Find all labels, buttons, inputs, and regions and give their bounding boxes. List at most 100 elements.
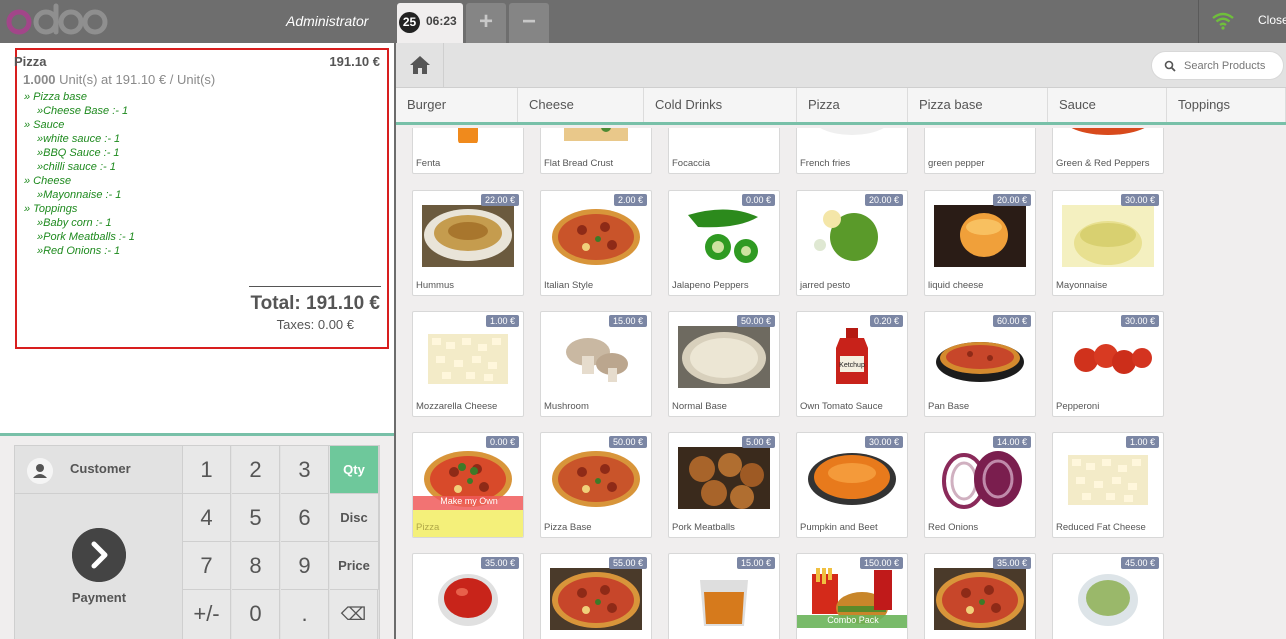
product-image [678,568,770,630]
product-card[interactable]: 30.00 € Mayonnaise [1052,190,1164,296]
key-3[interactable]: 3 [281,446,329,494]
orderline-qty-text: Unit(s) at 191.10 € / Unit(s) [59,72,216,87]
product-card[interactable]: 50.00 € Pizza Base [540,432,652,538]
remove-order-button[interactable]: − [509,3,549,43]
product-card[interactable]: 15.00 € Mushroom [540,311,652,417]
payment-label: Payment [71,590,127,605]
key-7[interactable]: 7 [183,542,231,590]
key-9[interactable]: 9 [281,542,329,590]
category-toppings[interactable]: Toppings [1167,88,1286,122]
product-image [550,128,642,143]
key-5[interactable]: 5 [232,494,280,542]
product-name: Red Onions [928,522,979,533]
product-price-tag: 55.00 € [608,557,647,569]
customer-button[interactable]: Customer [15,446,183,494]
wifi-icon [1212,12,1234,30]
category-cold-drinks[interactable]: Cold Drinks [644,88,797,122]
product-card[interactable]: French fries [796,128,908,174]
product-name: Pork Meatballs [672,522,735,533]
key-decimal[interactable]: . [281,590,329,639]
extra-item: »Cheese Base :- 1 [37,105,129,117]
mode-price-button[interactable]: Price [330,542,379,590]
product-card[interactable]: 14.00 € Red Onions [924,432,1036,538]
mode-disc-button[interactable]: Disc [330,494,379,542]
product-name: Fenta [416,158,441,169]
add-order-button[interactable]: + [466,3,506,43]
product-ribbon: Make my Own [413,496,523,510]
product-name: Reduced Fat Cheese [1056,522,1146,533]
category-burger[interactable]: Burger [396,88,518,122]
product-image [1062,326,1154,388]
extra-item: »Red Onions :- 1 [37,245,121,257]
category-pizza-base[interactable]: Pizza base [908,88,1048,122]
payment-button[interactable]: Payment [15,494,183,639]
key-plus-minus[interactable]: +/- [183,590,231,639]
product-card[interactable]: 20.00 € liquid cheese [924,190,1036,296]
key-2[interactable]: 2 [232,446,280,494]
key-8[interactable]: 8 [232,542,280,590]
product-name: Focaccia [672,158,711,169]
home-button[interactable] [396,43,444,87]
product-card[interactable]: 60.00 € Pan Base [924,311,1036,417]
product-card[interactable]: 35.00 € [924,553,1036,639]
category-pizza[interactable]: Pizza [797,88,908,122]
product-name: Normal Base [672,401,727,412]
product-card[interactable]: 150.00 € Combo Pack [796,553,908,639]
product-card[interactable]: green pepper [924,128,1036,174]
orderline-extras: » Pizza base »Cheese Base :- 1 » Sauce »whi… [24,90,135,258]
product-card[interactable]: Green & Red Peppers [1052,128,1164,174]
product-price-tag: 45.00 € [1120,557,1159,569]
product-name: Pan Base [928,401,970,412]
product-card[interactable]: 15.00 € [668,553,780,639]
product-card[interactable]: 2.00 € Italian Style [540,190,652,296]
product-price-tag: 5.00 € [741,436,775,448]
key-6[interactable]: 6 [281,494,329,542]
product-card[interactable]: 20.00 € jarred pesto [796,190,908,296]
product-image [678,447,770,509]
svg-text:Ketchup: Ketchup [839,362,865,369]
product-price-tag: 0.00 € [741,194,775,206]
product-name: Pizza [416,522,440,533]
mode-qty-button[interactable]: Qty [330,446,379,494]
orderline-price: 191.10 € [329,54,380,69]
product-price-tag: 30.00 € [1120,315,1159,327]
product-card[interactable]: 30.00 € Pepperoni [1052,311,1164,417]
product-card[interactable]: 0.00 € Jalapeno Peppers [668,190,780,296]
product-card[interactable]: 45.00 € [1052,553,1164,639]
product-card[interactable]: 22.00 € Hummus [412,190,524,296]
extra-item: »chilli sauce :- 1 [37,161,116,173]
product-card[interactable]: 55.00 €Saucy BBQ Stuffed [540,553,652,639]
close-button[interactable]: Close [1258,13,1286,27]
product-price-tag: 150.00 € [859,557,903,569]
product-card[interactable]: Focaccia [668,128,780,174]
products-pane: BurgerCheeseCold DrinksPizzaPizza baseSa… [396,43,1286,639]
search-input[interactable] [1184,57,1280,75]
product-price-tag: 20.00 € [992,194,1031,206]
key-0[interactable]: 0 [232,590,280,639]
orderline-quantity: 1.000 Unit(s) at 191.10 € / Unit(s) [23,72,215,87]
product-image [934,128,1026,143]
product-card[interactable]: 5.00 € Pork Meatballs [668,432,780,538]
product-card[interactable]: 35.00 € [412,553,524,639]
backspace-button[interactable]: ⌫ [330,590,378,639]
product-card[interactable]: 1.00 € Mozzarella Cheese [412,311,524,417]
orderline-product-name: Pizza [14,54,47,69]
category-sauce[interactable]: Sauce [1048,88,1167,122]
category-cheese[interactable]: Cheese [518,88,644,122]
product-name: Italian Style [544,280,594,291]
product-card[interactable]: 30.00 € Pumpkin and Beet [796,432,908,538]
product-card[interactable]: Fenta [412,128,524,174]
product-image [550,205,642,267]
product-card[interactable]: 50.00 € Normal Base [668,311,780,417]
search-box[interactable] [1151,51,1284,80]
product-card[interactable]: 1.00 € Reduced Fat Cheese [1052,432,1164,538]
key-4[interactable]: 4 [183,494,231,542]
orderline-selected[interactable]: Pizza 191.10 € 1.000 Unit(s) at 191.10 €… [14,48,389,349]
product-card[interactable]: Ketchup 0.20 € Own Tomato Sauce [796,311,908,417]
order-tab[interactable]: 25 06:23 [397,3,463,43]
product-card[interactable]: Flat Bread Crust [540,128,652,174]
product-card[interactable]: 0.00 € Make my Own Pizza [412,432,524,538]
key-1[interactable]: 1 [183,446,231,494]
product-price-tag: 0.20 € [869,315,903,327]
username-label: Administrator [286,13,369,29]
